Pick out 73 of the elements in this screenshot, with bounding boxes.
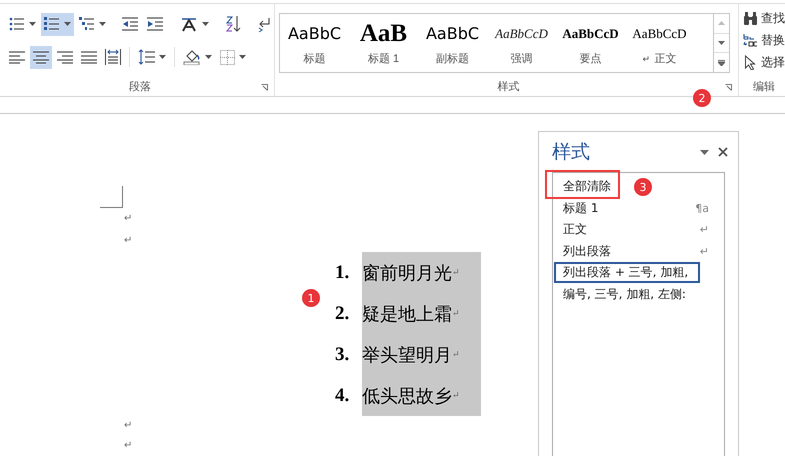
pane-options-icon[interactable] <box>700 150 709 154</box>
align-right-icon <box>57 50 73 64</box>
dialog-launcher-icon[interactable] <box>261 84 268 91</box>
list-number: 3. <box>335 344 350 366</box>
indent-icon <box>147 17 164 31</box>
caret-icon <box>202 22 209 26</box>
numbering-button[interactable] <box>41 12 74 36</box>
sort-icon <box>225 15 241 33</box>
caret-icon <box>159 55 166 59</box>
style-item[interactable]: AaBbCcD 强调 <box>487 14 556 72</box>
align-left-icon <box>9 50 25 64</box>
callout-badge: 2 <box>693 89 711 107</box>
caret-icon <box>64 22 71 26</box>
paragraph-mark: ↵ <box>124 234 132 248</box>
style-item[interactable]: AaBbCcD ↵ 正文 <box>625 14 694 72</box>
binoculars-icon <box>743 12 758 24</box>
up-arrow-icon <box>718 21 725 26</box>
caret-icon <box>99 22 106 26</box>
style-item[interactable]: AaBbC 标题 <box>280 14 349 72</box>
caret-icon <box>239 55 246 59</box>
list-text: 窗前明月光↵ <box>362 252 481 293</box>
dialog-launcher-icon[interactable] <box>725 84 732 91</box>
multilevel-list-icon <box>79 16 95 32</box>
pane-title: 样式 <box>552 140 590 165</box>
justify-icon <box>81 50 97 64</box>
replace-icon <box>743 33 758 47</box>
style-list-item[interactable]: 标题 1 <box>553 198 608 219</box>
margin-corner-mark <box>100 186 123 208</box>
style-list-item[interactable]: 列出段落 <box>553 240 621 262</box>
bullet-list-icon <box>9 16 25 32</box>
callout-badge: 1 <box>302 289 320 307</box>
style-list-item[interactable]: 全部清除 <box>553 176 621 198</box>
group-label: 段落 <box>129 78 151 94</box>
outdent-icon <box>122 17 139 31</box>
return-arrow-icon <box>257 16 271 32</box>
letter-a-icon <box>180 16 198 32</box>
grid-icon <box>220 50 235 64</box>
down-arrow-icon <box>718 41 725 45</box>
group-label: 样式 <box>498 78 520 94</box>
paragraph-mark: ↵ <box>124 439 132 453</box>
style-type-mark: ↵ <box>700 244 709 258</box>
style-list-item[interactable]: 编号, 三号, 加粗, 左侧: <box>553 284 696 305</box>
list-text: 低头思故乡↵ <box>362 375 481 416</box>
style-item[interactable]: AaBbC 副标题 <box>418 14 487 72</box>
list-number: 4. <box>335 384 350 406</box>
style-list-item[interactable]: 列出段落 + 三号, 加粗, <box>554 262 700 284</box>
distribute-icon <box>105 49 121 65</box>
align-center-button[interactable] <box>30 46 52 68</box>
close-icon[interactable] <box>718 147 728 157</box>
caret-icon <box>205 55 212 59</box>
pointer-icon <box>743 54 758 70</box>
list-text: 举头望明月↵ <box>362 334 481 375</box>
paragraph-mark: ↵ <box>124 419 132 433</box>
expand-icon <box>718 60 725 66</box>
list-text: 疑是地上霜↵ <box>362 293 481 334</box>
caret-icon <box>29 22 36 26</box>
callout-badge: 3 <box>634 178 652 196</box>
align-center-icon <box>33 50 49 64</box>
style-list-item[interactable]: 正文 <box>553 219 597 240</box>
list-number: 2. <box>335 302 350 324</box>
group-label: 编辑 <box>753 78 775 94</box>
list-number: 1. <box>335 262 350 284</box>
select-button[interactable]: 选择 <box>743 52 785 72</box>
line-spacing-icon <box>138 49 155 65</box>
style-type-mark: ↵ <box>700 223 709 236</box>
numbered-list-icon <box>44 16 60 32</box>
style-item[interactable]: AaB 标题 1 <box>349 14 418 72</box>
replace-button[interactable]: 替换 <box>743 30 785 50</box>
paint-bucket-icon <box>183 49 201 65</box>
style-type-mark: ¶a <box>695 202 709 215</box>
style-item[interactable]: AaBbCcD 要点 <box>556 14 625 72</box>
find-button[interactable]: 查找 <box>743 8 785 28</box>
paragraph-mark: ↵ <box>124 212 132 226</box>
